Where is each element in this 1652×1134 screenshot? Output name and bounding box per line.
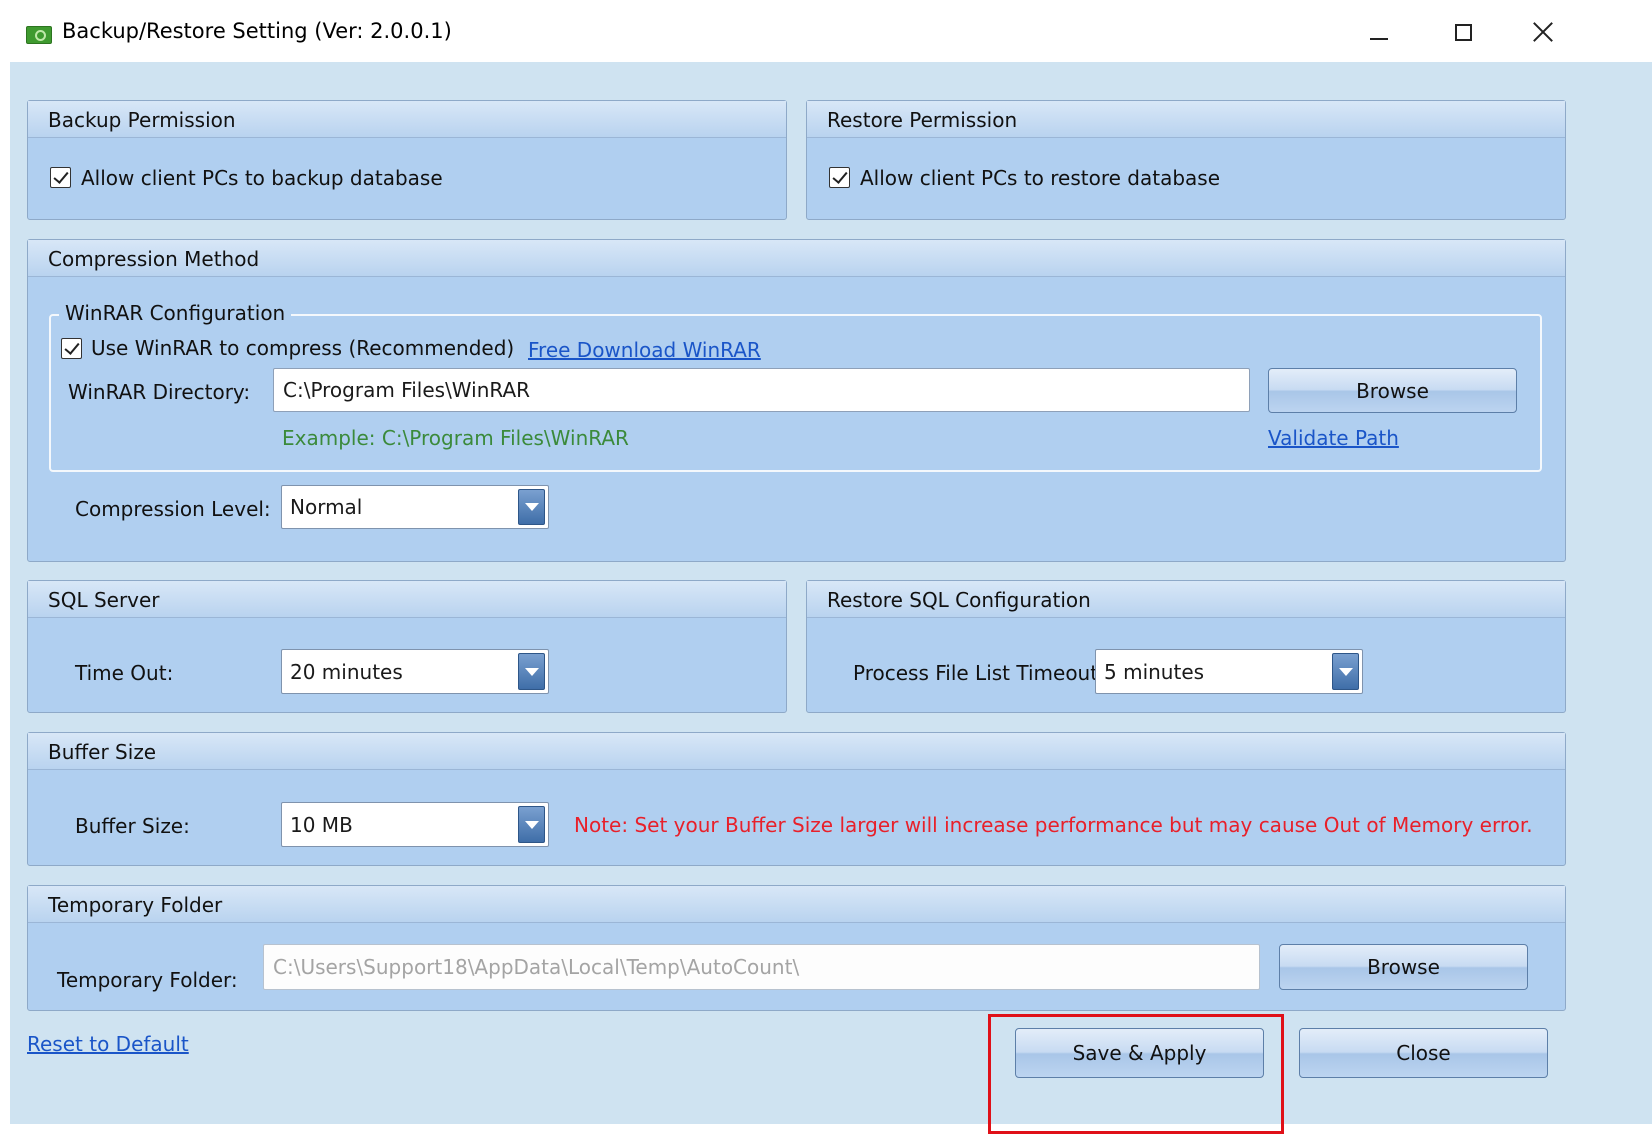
use-winrar-label: Use WinRAR to compress (Recommended) (91, 336, 515, 360)
chevron-down-icon[interactable] (1332, 653, 1359, 690)
winrar-configuration-legend: WinRAR Configuration (59, 301, 292, 325)
timeout-value: 20 minutes (290, 659, 403, 684)
close-button[interactable]: Close (1299, 1028, 1548, 1078)
close-window-button[interactable] (1520, 14, 1566, 50)
save-apply-button[interactable]: Save & Apply (1015, 1028, 1264, 1078)
maximize-icon (1454, 23, 1472, 41)
backup-permission-checkbox[interactable] (50, 167, 71, 188)
window-title: Backup/Restore Setting (Ver: 2.0.0.1) (62, 19, 452, 43)
restore-permission-checkbox[interactable] (829, 167, 850, 188)
winrar-browse-button[interactable]: Browse (1268, 368, 1517, 413)
compression-method-header: Compression Method (28, 240, 1565, 277)
buffer-size-group: Buffer Size Buffer Size: 10 MB Note: Set… (27, 732, 1566, 866)
restore-permission-header: Restore Permission (807, 101, 1565, 138)
reset-to-default-link[interactable]: Reset to Default (27, 1032, 189, 1056)
buffer-size-note: Note: Set your Buffer Size larger will i… (574, 813, 1533, 837)
winrar-directory-input[interactable]: C:\Program Files\WinRAR (273, 368, 1250, 412)
dialog-client-area: Backup Permission Allow client PCs to ba… (10, 62, 1652, 1134)
restore-permission-group: Restore Permission Allow client PCs to r… (806, 100, 1566, 220)
backup-permission-header: Backup Permission (28, 101, 786, 138)
chevron-down-icon[interactable] (518, 653, 545, 690)
buffer-size-value: 10 MB (290, 812, 353, 837)
temporary-folder-label: Temporary Folder: (57, 968, 238, 992)
chevron-down-icon[interactable] (518, 806, 545, 843)
validate-path-link[interactable]: Validate Path (1268, 426, 1399, 450)
restore-permission-label: Allow client PCs to restore database (860, 166, 1221, 190)
free-download-winrar-link[interactable]: Free Download WinRAR (528, 338, 761, 362)
app-icon (26, 26, 52, 44)
buffer-size-header: Buffer Size (28, 733, 1565, 770)
temporary-folder-group: Temporary Folder Temporary Folder: C:\Us… (27, 885, 1566, 1011)
sql-server-header: SQL Server (28, 581, 786, 618)
compression-level-label: Compression Level: (75, 497, 271, 521)
timeout-label: Time Out: (75, 661, 174, 685)
minimize-button[interactable] (1356, 14, 1402, 50)
restore-sql-configuration-group: Restore SQL Configuration Process File L… (806, 580, 1566, 713)
compression-level-value: Normal (290, 495, 363, 519)
restore-sql-configuration-header: Restore SQL Configuration (807, 581, 1565, 618)
close-icon (1532, 21, 1554, 43)
process-file-list-timeout-select[interactable]: 5 minutes (1095, 649, 1363, 694)
temporary-folder-input[interactable]: C:\Users\Support18\AppData\Local\Temp\Au… (263, 944, 1260, 990)
maximize-button[interactable] (1440, 14, 1486, 50)
buffer-size-select[interactable]: 10 MB (281, 802, 549, 847)
winrar-example-text: Example: C:\Program Files\WinRAR (282, 426, 629, 450)
backup-permission-label: Allow client PCs to backup database (81, 166, 443, 190)
sql-server-group: SQL Server Time Out: 20 minutes (27, 580, 787, 713)
timeout-select[interactable]: 20 minutes (281, 649, 549, 694)
temporary-folder-header: Temporary Folder (28, 886, 1565, 923)
compression-method-group: Compression Method WinRAR Configuration … (27, 239, 1566, 562)
use-winrar-checkbox[interactable] (61, 338, 82, 359)
process-file-list-timeout-value: 5 minutes (1104, 659, 1205, 684)
title-bar: Backup/Restore Setting (Ver: 2.0.0.1) (0, 0, 1652, 62)
compression-level-select[interactable]: Normal (281, 485, 549, 529)
chevron-down-icon[interactable] (518, 489, 545, 525)
winrar-directory-label: WinRAR Directory: (68, 380, 251, 404)
minimize-icon (1370, 38, 1388, 40)
buffer-size-label: Buffer Size: (75, 814, 190, 838)
process-file-list-timeout-label: Process File List Timeout (853, 661, 1099, 685)
temporary-folder-browse-button[interactable]: Browse (1279, 944, 1528, 990)
backup-permission-group: Backup Permission Allow client PCs to ba… (27, 100, 787, 220)
